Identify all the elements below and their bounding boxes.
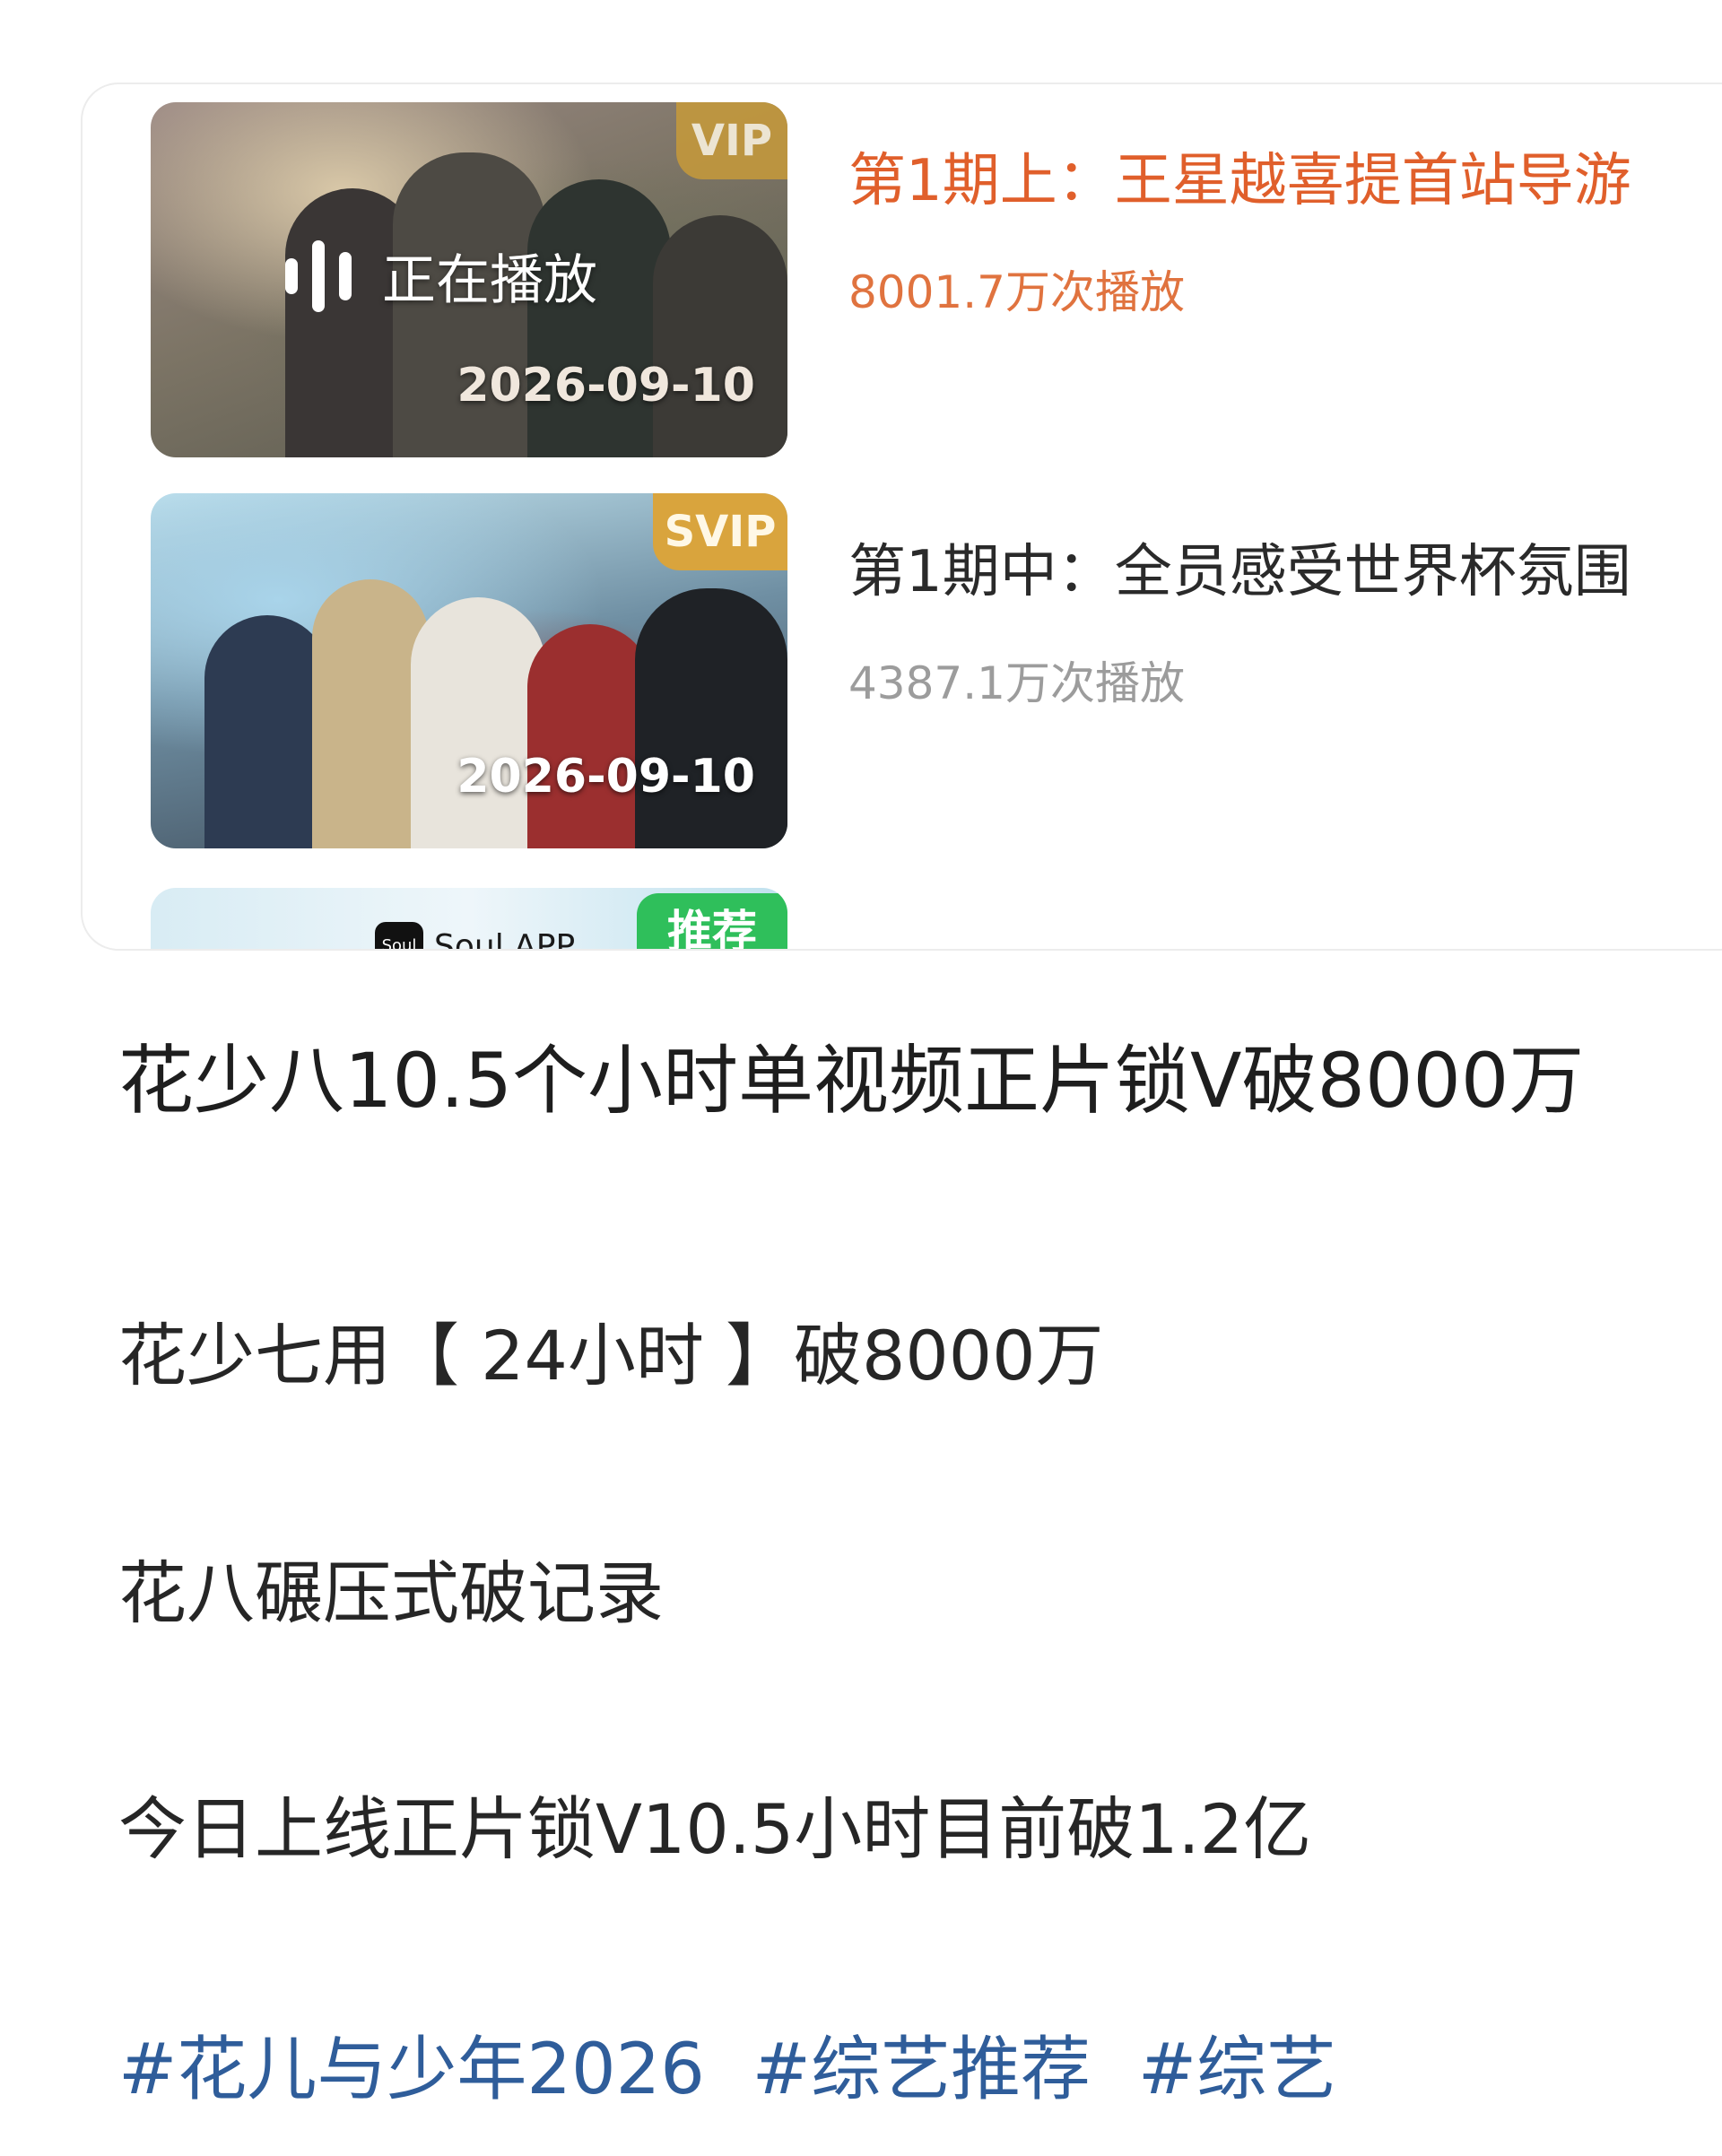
svip-badge: SVIP [653,493,787,570]
episode-play-count: 8001.7万次播放 [848,266,1185,318]
soul-app-label: Soul APP [434,927,576,951]
thumbnail-figure [653,215,787,457]
episode-info: 第1期上：王星越喜提首站导游 8001.7万次播放 [848,102,1722,321]
episode-play-count: 4387.1万次播放 [848,657,1185,709]
thumbnail-figure [204,615,330,848]
now-playing-indicator: 正在播放 [285,237,597,315]
post-text-line: 花少七用【 24小时 】破8000万 [118,1316,1104,1395]
post-text-line: 今日上线正片锁V10.5小时目前破1.2亿 [118,1789,1312,1869]
soul-app-logo: Soul Soul APP [375,922,576,951]
hashtag-link[interactable]: #花儿与少年2026 [118,2030,705,2110]
thumbnail-figure [527,179,671,457]
post-text-line: 花八碾压式破记录 [118,1553,664,1633]
playing-bars-icon [285,239,352,312]
ad-thumbnail[interactable]: Soul Soul APP 推荐 [151,888,787,951]
thumbnail-figure [527,624,653,848]
episode-info: 第1期中：全员感受世界杯氛围 4387.1万次播放 [848,493,1722,712]
thumbnail-figure [411,597,545,848]
episode-list-card: VIP 正在播放 2026-09-10 第1期上：王星越喜提首站导游 8001.… [81,83,1722,951]
episode-item[interactable]: SVIP 2026-09-10 第1期中：全员感受世界杯氛围 4387.1万次播… [151,493,1722,852]
recommend-badge: 推荐 [637,893,787,949]
episode-thumbnail[interactable]: VIP 正在播放 2026-09-10 [151,102,787,457]
vip-badge: VIP [676,102,787,179]
now-playing-label: 正在播放 [382,249,597,312]
soul-logo-icon: Soul [375,922,423,949]
hashtag-list: #花儿与少年2026 #综艺推荐 #综艺 [118,2013,1361,2114]
post-title: 花少八10.5个小时单视频正片锁V破8000万 [118,1037,1585,1125]
hashtag-link[interactable]: #综艺推荐 [752,2030,1091,2110]
episode-title[interactable]: 第1期上：王星越喜提首站导游 [848,142,1722,221]
recommended-ad-item[interactable]: Soul Soul APP 推荐 [151,888,1722,951]
episode-item[interactable]: VIP 正在播放 2026-09-10 第1期上：王星越喜提首站导游 8001.… [151,102,1722,461]
episode-date: 2026-09-10 [457,359,755,413]
hashtag-link[interactable]: #综艺 [1138,2030,1336,2110]
episode-thumbnail[interactable]: SVIP 2026-09-10 [151,493,787,848]
episode-title[interactable]: 第1期中：全员感受世界杯氛围 [848,533,1722,612]
episode-date: 2026-09-10 [457,750,755,804]
post-body: 花少八10.5个小时单视频正片锁V破8000万 花少七用【 24小时 】破800… [118,1013,1643,2110]
thumbnail-figure [635,588,787,848]
